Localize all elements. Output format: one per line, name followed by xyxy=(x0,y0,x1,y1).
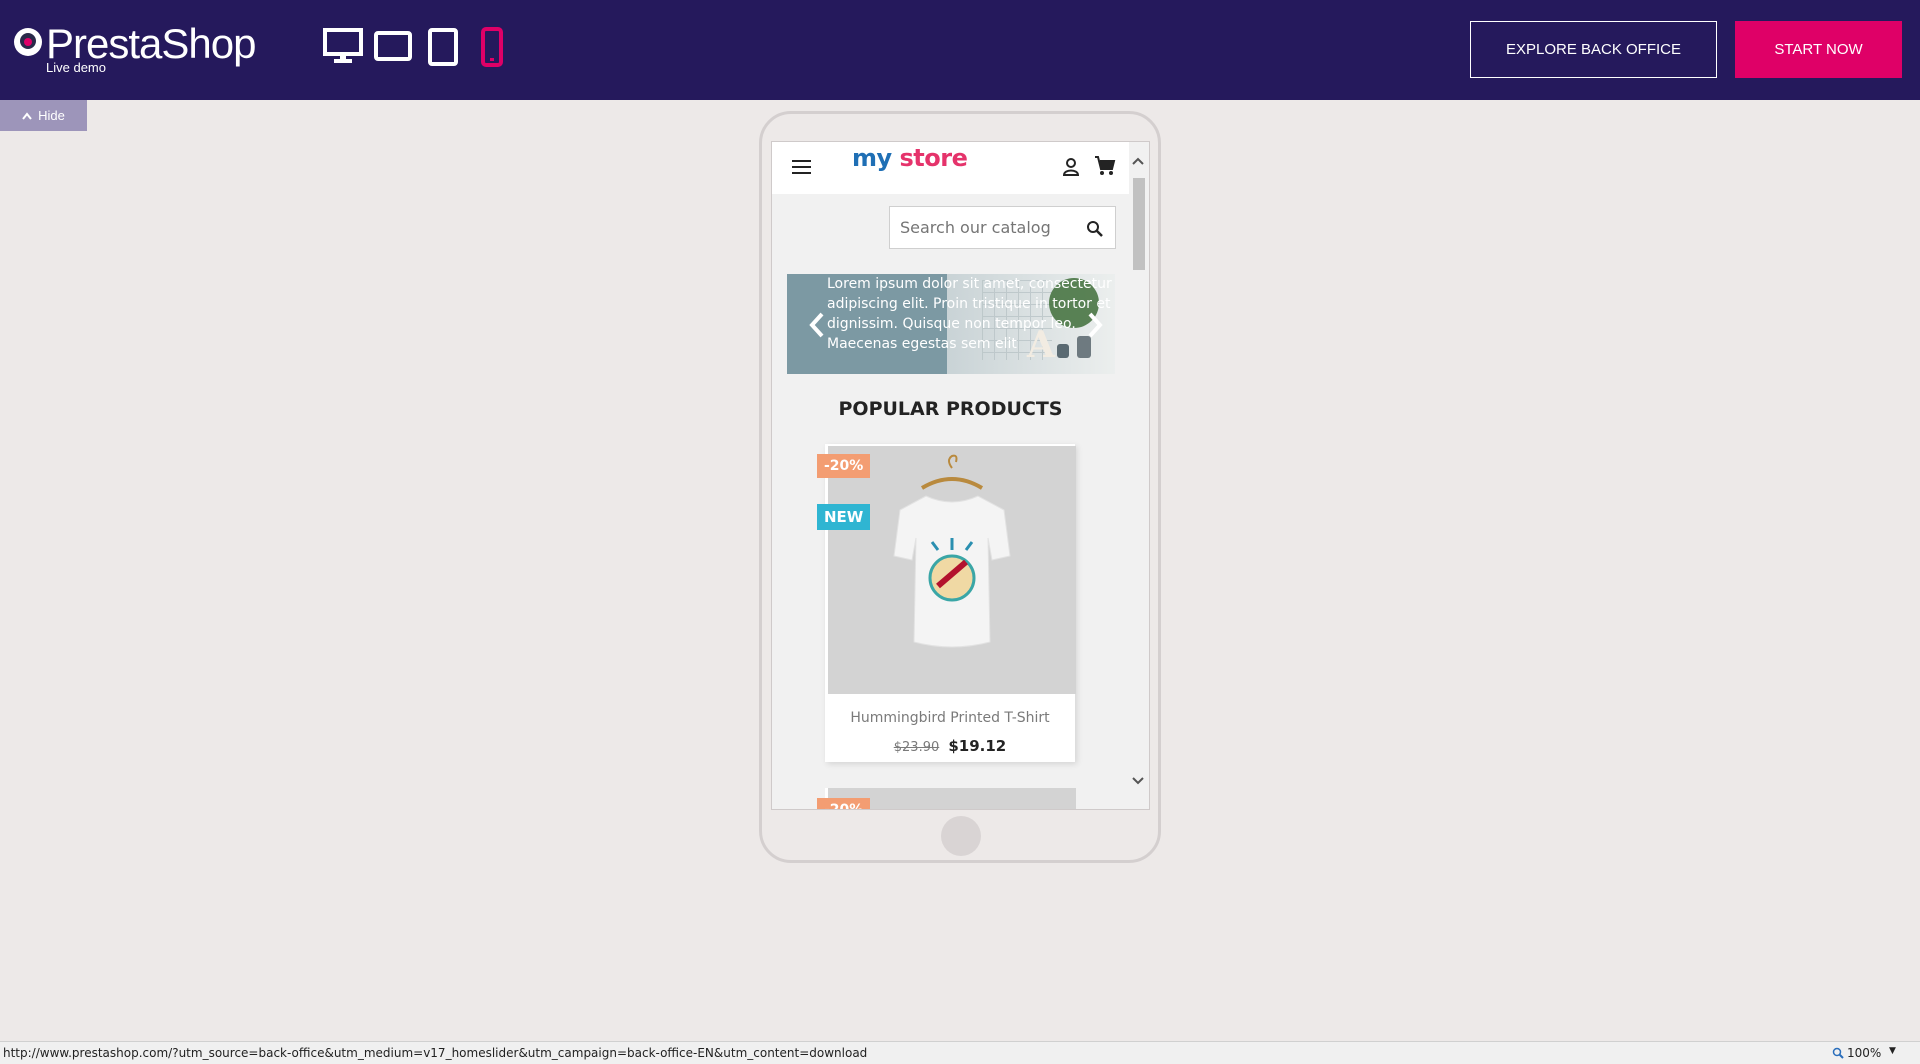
hide-toolbar-button[interactable]: Hide xyxy=(0,100,87,131)
menu-icon[interactable] xyxy=(792,160,811,178)
store-preview-screen: my store A Lorem ipsum dolor sit amet, c… xyxy=(771,141,1150,810)
mobile-icon[interactable] xyxy=(481,27,503,67)
product-price: $23.90 $19.12 xyxy=(825,736,1075,755)
zoom-level: 100% xyxy=(1847,1046,1882,1060)
section-title: POPULAR PRODUCTS xyxy=(838,398,1063,420)
search-input[interactable] xyxy=(890,207,1070,248)
browser-status-bar: http://www.prestashop.com/?utm_source=ba… xyxy=(0,1041,1920,1064)
puffin-logo-icon xyxy=(14,28,42,56)
product-card[interactable]: -20% xyxy=(817,788,1076,809)
tablet-portrait-icon[interactable] xyxy=(428,28,458,66)
scrollbar[interactable] xyxy=(1129,142,1149,809)
slide-caption: Lorem ipsum dolor sit amet, consectetur … xyxy=(827,276,1112,352)
chevron-left-icon[interactable] xyxy=(809,312,825,338)
top-bar: PrestaShop Live demo EXPLORE BACK OFFICE… xyxy=(0,0,1920,100)
scrollbar-thumb[interactable] xyxy=(1133,178,1145,270)
store-header: my store xyxy=(772,142,1129,194)
product-name[interactable]: Hummingbird Printed T-Shirt xyxy=(825,710,1075,726)
zoom-control[interactable]: 100% xyxy=(1832,1046,1881,1060)
product-image[interactable] xyxy=(828,446,1076,694)
start-now-button[interactable]: START NOW xyxy=(1735,21,1902,78)
explore-back-office-button[interactable]: EXPLORE BACK OFFICE xyxy=(1470,21,1717,78)
search-box xyxy=(889,206,1116,249)
store-logo-store: store xyxy=(899,144,968,172)
new-badge: NEW xyxy=(817,504,871,530)
tablet-landscape-icon[interactable] xyxy=(374,31,412,61)
home-slider[interactable]: A Lorem ipsum dolor sit amet, consectetu… xyxy=(787,274,1115,374)
chevron-up-icon xyxy=(22,111,32,120)
discount-badge: -20% xyxy=(817,798,871,809)
user-icon[interactable] xyxy=(1062,157,1080,177)
zoom-dropdown-icon[interactable]: ▼ xyxy=(1889,1046,1896,1056)
desktop-icon[interactable] xyxy=(323,28,363,64)
store-logo-my: my xyxy=(852,144,892,172)
phone-home-button xyxy=(941,816,981,856)
hide-label: Hide xyxy=(38,108,65,123)
cart-icon[interactable] xyxy=(1094,155,1116,177)
product-card[interactable]: -20% NEW Hummingbird Printed T-Shirt $23… xyxy=(817,444,1076,762)
discount-badge: -20% xyxy=(817,454,871,478)
chevron-right-icon[interactable] xyxy=(1087,312,1103,338)
zoom-icon xyxy=(1832,1047,1844,1059)
tshirt-image xyxy=(893,454,1011,648)
sale-price: $19.12 xyxy=(948,737,1007,755)
prestashop-logo[interactable]: PrestaShop Live demo xyxy=(14,20,264,78)
brand-subtitle: Live demo xyxy=(46,60,106,75)
search-icon[interactable] xyxy=(1086,220,1104,238)
store-logo[interactable]: my store xyxy=(852,144,968,172)
status-url: http://www.prestashop.com/?utm_source=ba… xyxy=(3,1046,868,1060)
scroll-down-icon[interactable] xyxy=(1131,776,1145,786)
scroll-up-icon[interactable] xyxy=(1131,156,1145,166)
regular-price: $23.90 xyxy=(893,740,940,755)
